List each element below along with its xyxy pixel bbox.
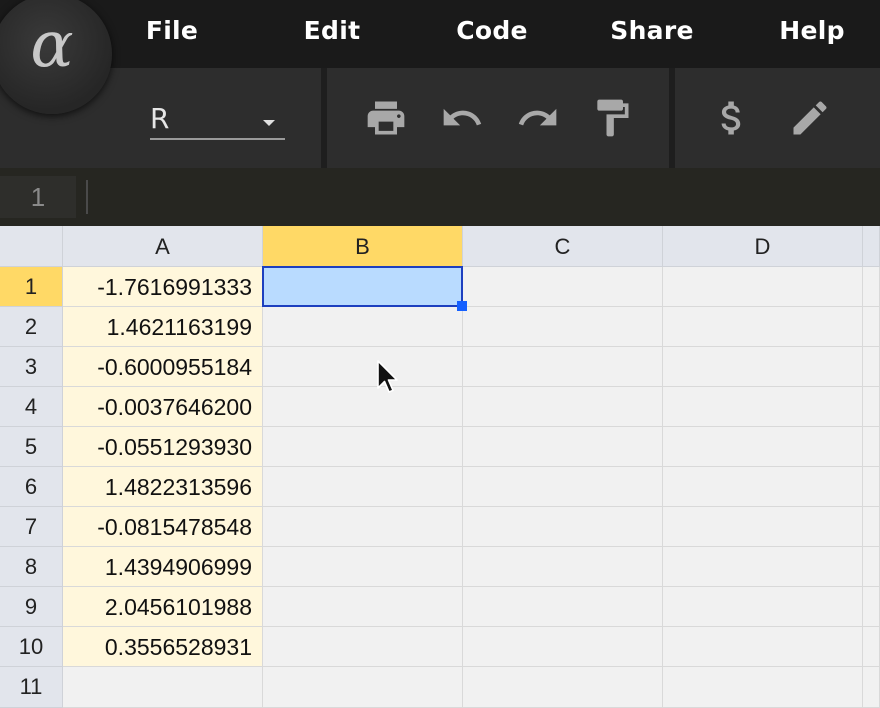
cell-c4[interactable]: [463, 387, 663, 427]
column-header-a[interactable]: A: [63, 226, 263, 267]
cell-a11[interactable]: [63, 667, 263, 708]
cell-b11[interactable]: [263, 667, 463, 708]
edit-icon[interactable]: [788, 96, 832, 140]
cell-c7[interactable]: [463, 507, 663, 547]
menu-code[interactable]: Code: [456, 16, 528, 45]
redo-icon[interactable]: [516, 96, 560, 140]
cell-c5[interactable]: [463, 427, 663, 467]
cell-e5[interactable]: [863, 427, 880, 467]
cell-e11[interactable]: [863, 667, 880, 708]
cell-c11[interactable]: [463, 667, 663, 708]
row-header[interactable]: 8: [0, 547, 63, 587]
cell-reference: 1: [0, 176, 76, 218]
cell-d4[interactable]: [663, 387, 863, 427]
row-header[interactable]: 1: [0, 267, 63, 307]
cell-d8[interactable]: [663, 547, 863, 587]
menu-file[interactable]: File: [146, 16, 198, 45]
row-header[interactable]: 7: [0, 507, 63, 547]
menu-edit[interactable]: Edit: [304, 16, 361, 45]
cell-b4[interactable]: [263, 387, 463, 427]
row-header[interactable]: 11: [0, 667, 63, 708]
cell-d9[interactable]: [663, 587, 863, 627]
row-header[interactable]: 4: [0, 387, 63, 427]
menu-help[interactable]: Help: [779, 16, 845, 45]
menu-bar: File Edit Code Share Help: [0, 0, 880, 68]
cell-b5[interactable]: [263, 427, 463, 467]
selected-cell-b1[interactable]: [262, 266, 463, 307]
fill-handle[interactable]: [457, 301, 467, 311]
cell-c8[interactable]: [463, 547, 663, 587]
cell-b6[interactable]: [263, 467, 463, 507]
column-header-d[interactable]: D: [663, 226, 863, 267]
formula-bar: 1: [0, 168, 880, 226]
select-all-corner[interactable]: [0, 226, 63, 267]
print-icon[interactable]: [364, 96, 408, 140]
toolbar-separator: [321, 68, 327, 168]
cell-e7[interactable]: [863, 507, 880, 547]
alpha-logo-symbol: α: [30, 8, 74, 82]
currency-icon[interactable]: [710, 96, 754, 140]
cell-a8[interactable]: 1.4394906999: [63, 547, 263, 587]
cell-a6[interactable]: 1.4822313596: [63, 467, 263, 507]
cell-e2[interactable]: [863, 307, 880, 347]
cell-e6[interactable]: [863, 467, 880, 507]
cell-d1[interactable]: [663, 267, 863, 307]
cell-b3[interactable]: [263, 347, 463, 387]
cell-d6[interactable]: [663, 467, 863, 507]
cell-d7[interactable]: [663, 507, 863, 547]
cell-b2[interactable]: [263, 307, 463, 347]
cell-c1[interactable]: [463, 267, 663, 307]
column-header-c[interactable]: C: [463, 226, 663, 267]
row-header[interactable]: 10: [0, 627, 63, 667]
cell-a7[interactable]: -0.0815478548: [63, 507, 263, 547]
undo-icon[interactable]: [440, 96, 484, 140]
row-header[interactable]: 2: [0, 307, 63, 347]
cell-e3[interactable]: [863, 347, 880, 387]
toolbar-separator: [669, 68, 675, 168]
cell-b7[interactable]: [263, 507, 463, 547]
cell-b8[interactable]: [263, 547, 463, 587]
cell-a9[interactable]: 2.0456101988: [63, 587, 263, 627]
column-header-e[interactable]: [863, 226, 880, 267]
language-select[interactable]: R: [150, 102, 285, 140]
column-header-b[interactable]: B: [263, 226, 463, 267]
row-header[interactable]: 5: [0, 427, 63, 467]
cell-e8[interactable]: [863, 547, 880, 587]
cell-d3[interactable]: [663, 347, 863, 387]
cell-d5[interactable]: [663, 427, 863, 467]
format-paint-icon[interactable]: [590, 96, 634, 140]
cell-e1[interactable]: [863, 267, 880, 307]
cell-d11[interactable]: [663, 667, 863, 708]
cell-a10[interactable]: 0.3556528931: [63, 627, 263, 667]
cell-a2[interactable]: 1.4621163199: [63, 307, 263, 347]
cell-d10[interactable]: [663, 627, 863, 667]
cell-a1[interactable]: -1.7616991333: [63, 267, 263, 307]
menu-share[interactable]: Share: [610, 16, 693, 45]
mouse-pointer-icon: [376, 360, 400, 396]
cell-c3[interactable]: [463, 347, 663, 387]
row-header[interactable]: 9: [0, 587, 63, 627]
row-header[interactable]: 3: [0, 347, 63, 387]
formula-input[interactable]: [86, 180, 88, 214]
cell-a5[interactable]: -0.0551293930: [63, 427, 263, 467]
language-select-value: R: [150, 102, 170, 135]
cell-c6[interactable]: [463, 467, 663, 507]
cell-e4[interactable]: [863, 387, 880, 427]
cell-b9[interactable]: [263, 587, 463, 627]
cell-b10[interactable]: [263, 627, 463, 667]
cell-a4[interactable]: -0.0037646200: [63, 387, 263, 427]
row-header[interactable]: 6: [0, 467, 63, 507]
caret-down-icon: [263, 120, 275, 126]
cell-a3[interactable]: -0.6000955184: [63, 347, 263, 387]
cell-c2[interactable]: [463, 307, 663, 347]
cell-e10[interactable]: [863, 627, 880, 667]
cell-d2[interactable]: [663, 307, 863, 347]
cell-e9[interactable]: [863, 587, 880, 627]
cell-c9[interactable]: [463, 587, 663, 627]
cell-c10[interactable]: [463, 627, 663, 667]
